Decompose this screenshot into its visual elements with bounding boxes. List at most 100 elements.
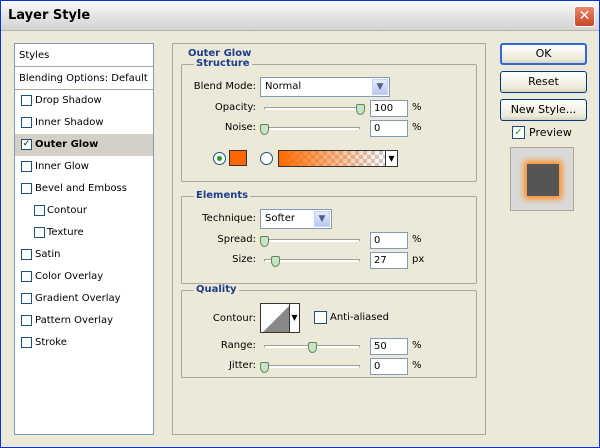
style-item-label: Stroke [35,337,67,348]
solid-color-radio[interactable] [213,152,226,165]
style-item-bevel-and-emboss[interactable]: Bevel and Emboss [15,178,153,200]
gradient-dropdown-icon[interactable]: ▼ [386,150,398,167]
style-item-inner-glow[interactable]: Inner Glow [15,156,153,178]
style-checkbox[interactable] [21,315,32,326]
ok-button[interactable]: OK [500,43,587,65]
size-slider-thumb[interactable] [270,256,280,267]
contour-preview[interactable] [260,303,290,333]
style-item-label: Gradient Overlay [35,293,121,304]
size-label: Size: [232,254,256,265]
elements-group: Elements Technique: Softer ▼ Spread: 0 %… [181,190,477,284]
glow-gradient-picker[interactable] [278,150,386,167]
style-checkbox[interactable] [21,183,32,194]
style-item-satin[interactable]: Satin [15,244,153,266]
size-unit: px [412,254,425,265]
style-item-texture[interactable]: Texture [15,222,153,244]
blending-options-item[interactable]: Blending Options: Default [15,67,153,90]
jitter-input[interactable]: 0 [370,358,408,375]
chevron-down-icon: ▼ [314,211,330,227]
style-checkbox[interactable] [21,249,32,260]
jitter-label: Jitter: [228,360,256,371]
elements-title: Elements [194,190,251,201]
style-checkbox[interactable] [21,271,32,282]
preview-thumbnail [510,147,574,211]
style-item-label: Satin [35,249,61,260]
style-item-label: Bevel and Emboss [35,183,127,194]
style-item-color-overlay[interactable]: Color Overlay [15,266,153,288]
opacity-input[interactable]: 100 [370,100,408,117]
jitter-slider-thumb[interactable] [260,362,269,373]
preview-glow-sample [527,164,559,196]
style-item-outer-glow[interactable]: ✓ Outer Glow [15,134,153,156]
noise-unit: % [412,122,422,133]
style-item-gradient-overlay[interactable]: Gradient Overlay [15,288,153,310]
spread-slider-track[interactable] [264,239,360,242]
gradient-radio[interactable] [260,152,273,165]
style-checkbox[interactable] [21,117,32,128]
structure-group: Structure Blend Mode: Normal ▼ Opacity: … [181,58,477,182]
spread-input[interactable]: 0 [370,232,408,249]
style-item-label: Inner Shadow [35,117,104,128]
structure-title: Structure [194,58,252,69]
opacity-unit: % [412,102,422,113]
style-items: Drop Shadow Inner Shadow ✓ Outer Glow Inner … [15,90,153,354]
preview-label: Preview [529,126,572,139]
style-checkbox[interactable] [21,337,32,348]
quality-group: Quality Contour: ▼ Anti-aliased Range: 5… [181,284,477,378]
window-title: Layer Style [8,8,91,23]
style-item-inner-shadow[interactable]: Inner Shadow [15,112,153,134]
style-item-label: Drop Shadow [35,95,102,106]
styles-header[interactable]: Styles [15,44,153,67]
style-item-drop-shadow[interactable]: Drop Shadow [15,90,153,112]
opacity-slider-thumb[interactable] [356,104,365,115]
jitter-slider-track[interactable] [264,365,360,368]
blend-mode-label: Blend Mode: [193,81,256,92]
size-input[interactable]: 27 [370,252,408,269]
spread-unit: % [412,234,422,245]
style-checkbox[interactable] [21,161,32,172]
chevron-down-icon: ▼ [372,79,388,95]
close-button[interactable]: ✕ [574,6,595,27]
range-slider-thumb[interactable] [308,342,317,353]
style-checkbox[interactable] [34,227,45,238]
noise-slider-thumb[interactable] [260,124,269,135]
layer-style-dialog: Layer Style ✕ Styles Blending Options: D… [0,0,600,448]
preview-checkbox[interactable]: ✓ [512,126,525,139]
technique-select[interactable]: Softer ▼ [260,209,332,229]
style-item-label: Color Overlay [35,271,104,282]
blend-mode-value: Normal [265,81,302,92]
style-checkbox[interactable] [21,95,32,106]
spread-slider-thumb[interactable] [260,236,269,247]
noise-slider-track[interactable] [264,127,360,130]
style-item-label: Texture [47,227,84,238]
style-item-pattern-overlay[interactable]: Pattern Overlay [15,310,153,332]
range-unit: % [412,340,422,351]
noise-input[interactable]: 0 [370,120,408,137]
style-checkbox[interactable] [34,205,45,216]
opacity-slider-track[interactable] [264,107,360,110]
outer-glow-panel: Outer Glow Structure Blend Mode: Normal … [172,43,486,435]
technique-value: Softer [265,213,295,224]
contour-label: Contour: [212,313,256,324]
quality-title: Quality [194,284,239,295]
contour-dropdown-icon[interactable]: ▼ [290,303,300,333]
style-item-contour[interactable]: Contour [15,200,153,222]
anti-aliased-checkbox[interactable] [314,311,327,324]
style-item-stroke[interactable]: Stroke [15,332,153,354]
contour-curve-icon [263,306,289,332]
style-item-label: Pattern Overlay [35,315,114,326]
range-label: Range: [220,340,256,351]
opacity-label: Opacity: [214,102,256,113]
title-bar[interactable]: Layer Style ✕ [1,1,599,31]
styles-list: Styles Blending Options: Default Drop Sh… [14,43,154,435]
range-input[interactable]: 50 [370,338,408,355]
technique-label: Technique: [202,213,256,224]
new-style-button[interactable]: New Style... [500,99,587,121]
glow-color-swatch[interactable] [229,150,247,166]
style-item-label: Inner Glow [35,161,89,172]
style-checkbox[interactable] [21,293,32,304]
reset-button[interactable]: Reset [500,71,587,93]
dialog-body: Styles Blending Options: Default Drop Sh… [1,32,599,447]
style-checkbox[interactable]: ✓ [21,139,32,150]
blend-mode-select[interactable]: Normal ▼ [260,77,390,97]
